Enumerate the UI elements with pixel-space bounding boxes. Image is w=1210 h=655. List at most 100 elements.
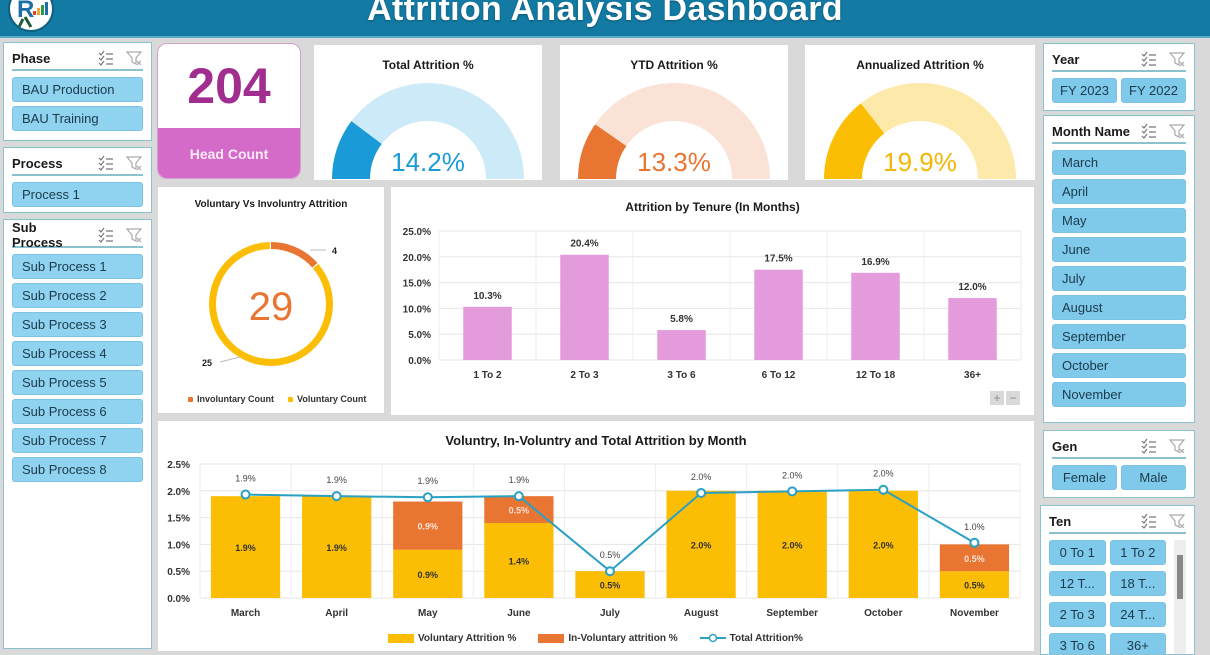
donut-chart: 29 4 25 — [202, 242, 337, 368]
zoom-out-button[interactable]: − — [1006, 391, 1020, 405]
total-data-label: 1.0% — [964, 522, 985, 532]
headcount-card: 204 Head Count — [157, 43, 301, 179]
slicer-item[interactable]: FY 2023 — [1052, 78, 1117, 103]
voluntary-data-label: 2.0% — [782, 540, 803, 550]
slicer-item[interactable]: September — [1052, 324, 1186, 349]
y-tick-label: 0.5% — [167, 567, 190, 578]
total-data-label: 2.0% — [691, 472, 712, 482]
slicer-item[interactable]: Sub Process 1 — [12, 254, 143, 279]
slicer-item[interactable]: BAU Training — [12, 106, 143, 131]
year-slicer: Year FY 2023 FY 2022 — [1043, 43, 1195, 111]
slicer-item[interactable]: Female — [1052, 465, 1117, 490]
clear-filter-icon[interactable] — [125, 49, 143, 67]
slicer-item[interactable]: August — [1052, 295, 1186, 320]
total-data-label: 2.0% — [782, 470, 803, 480]
slicer-item[interactable]: Sub Process 4 — [12, 341, 143, 366]
slicer-item[interactable]: 24 T... — [1109, 602, 1167, 627]
slicer-item[interactable]: Sub Process 3 — [12, 312, 143, 337]
clear-filter-icon[interactable] — [125, 226, 143, 244]
slicer-item[interactable]: 0 To 1 — [1049, 540, 1106, 565]
slicer-item[interactable]: 3 To 6 — [1049, 633, 1106, 654]
sub-process-slicer: Sub Process Sub Process 1 Sub Process 2 Su… — [3, 219, 152, 649]
multi-select-icon[interactable] — [1140, 122, 1158, 140]
x-tick-label: 1 To 2 — [473, 370, 502, 381]
slicer-item[interactable]: 1 To 2 — [1109, 540, 1167, 565]
voluntary-data-label: 1.9% — [235, 543, 256, 553]
slicer-item[interactable]: 18 T... — [1109, 571, 1167, 596]
slicer-item[interactable]: 12 T... — [1049, 571, 1106, 596]
donut-center-total: 29 — [249, 285, 294, 329]
slicer-item[interactable]: Sub Process 2 — [12, 283, 143, 308]
y-tick-label: 25.0% — [403, 227, 431, 238]
total-data-label: 1.9% — [509, 475, 530, 485]
gauge-value: 19.9% — [883, 147, 957, 177]
voluntary-data-label: 2.0% — [873, 540, 894, 550]
slicer-item[interactable]: Sub Process 6 — [12, 399, 143, 424]
multi-select-icon[interactable] — [1140, 50, 1158, 68]
y-tick-label: 1.0% — [167, 540, 190, 551]
process-slicer: Process Process 1 — [3, 147, 152, 213]
month-items: March April May June July August September Octo… — [1052, 150, 1186, 407]
slicer-item[interactable]: FY 2022 — [1121, 78, 1186, 103]
slicer-item[interactable]: May — [1052, 208, 1186, 233]
slicer-item[interactable]: June — [1052, 237, 1186, 262]
slicer-item[interactable]: Sub Process 7 — [12, 428, 143, 453]
gauge-value: 13.3% — [637, 147, 711, 177]
total-data-label: 0.5% — [600, 550, 621, 560]
y-tick-label: 0.0% — [408, 356, 431, 367]
chart-title: Voluntary Vs Involuntry Attrition — [194, 199, 348, 210]
clear-filter-icon[interactable] — [125, 154, 143, 172]
slicer-item[interactable]: April — [1052, 179, 1186, 204]
involuntary-data-label: 0.5% — [964, 554, 985, 564]
voluntary-data-label: 0.9% — [418, 570, 439, 580]
bar-data-label: 17.5% — [764, 254, 792, 265]
ten-scrollbar[interactable] — [1174, 540, 1186, 654]
total-data-label: 2.0% — [873, 469, 894, 479]
total-attrition-point — [605, 566, 615, 577]
zoom-in-button[interactable]: + — [990, 391, 1004, 405]
total-attrition-point — [422, 492, 433, 503]
y-tick-label: 2.0% — [167, 487, 190, 498]
bar-data-label: 10.3% — [473, 291, 501, 302]
slicer-item[interactable]: Process 1 — [12, 182, 143, 207]
clear-filter-icon[interactable] — [1168, 512, 1186, 530]
clear-filter-icon[interactable] — [1168, 437, 1186, 455]
slicer-item[interactable]: October — [1052, 353, 1186, 378]
clear-filter-icon[interactable] — [1168, 50, 1186, 68]
ten-items: 0 To 11 To 2 12 T... 18 T... 2 To 3 24 T... 3… — [1049, 540, 1167, 654]
voluntary-data-label: 2.0% — [691, 540, 712, 550]
involuntary-data-label: 0.5% — [509, 506, 530, 516]
slicer-item[interactable]: Sub Process 8 — [12, 457, 143, 482]
y-tick-label: 15.0% — [403, 279, 431, 290]
y-tick-label: 1.5% — [167, 514, 190, 525]
multi-select-icon[interactable] — [97, 154, 115, 172]
multi-select-icon[interactable] — [97, 49, 115, 67]
donut-data-label: 4 — [332, 246, 337, 256]
monthly-legend: Voluntary Attrition % In-Voluntary attri… — [388, 633, 803, 644]
total-attrition-point — [969, 537, 980, 548]
slicer-title: Ten — [1049, 513, 1072, 529]
chart-title: Attrition by Tenure (In Months) — [625, 200, 800, 214]
legend-voluntary: Voluntary Count — [288, 394, 366, 404]
slicer-item[interactable]: November — [1052, 382, 1186, 407]
voluntary-data-label: 1.9% — [326, 543, 347, 553]
slicer-item[interactable]: BAU Production — [12, 77, 143, 102]
slicer-item[interactable]: Male — [1121, 465, 1186, 490]
y-tick-label: 10.0% — [403, 304, 431, 315]
voluntary-data-label: 1.4% — [509, 556, 530, 566]
tenure-bar — [657, 330, 706, 360]
slicer-item[interactable]: March — [1052, 150, 1186, 175]
slicer-item[interactable]: July — [1052, 266, 1186, 291]
slicer-item[interactable]: 2 To 3 — [1049, 602, 1106, 627]
clear-filter-icon[interactable] — [1168, 122, 1186, 140]
gauge-value: 14.2% — [391, 147, 465, 177]
multi-select-icon[interactable] — [1140, 437, 1158, 455]
multi-select-icon[interactable] — [97, 226, 115, 244]
slicer-item[interactable]: 36+ — [1109, 633, 1167, 654]
slicer-item[interactable]: Sub Process 5 — [12, 370, 143, 395]
x-tick-label: May — [418, 608, 438, 619]
total-attrition-gauge: Total Attrition % 14.2% — [314, 45, 542, 180]
scrollbar-thumb[interactable] — [1177, 555, 1184, 599]
total-attrition-point — [787, 486, 798, 497]
multi-select-icon[interactable] — [1140, 512, 1158, 530]
